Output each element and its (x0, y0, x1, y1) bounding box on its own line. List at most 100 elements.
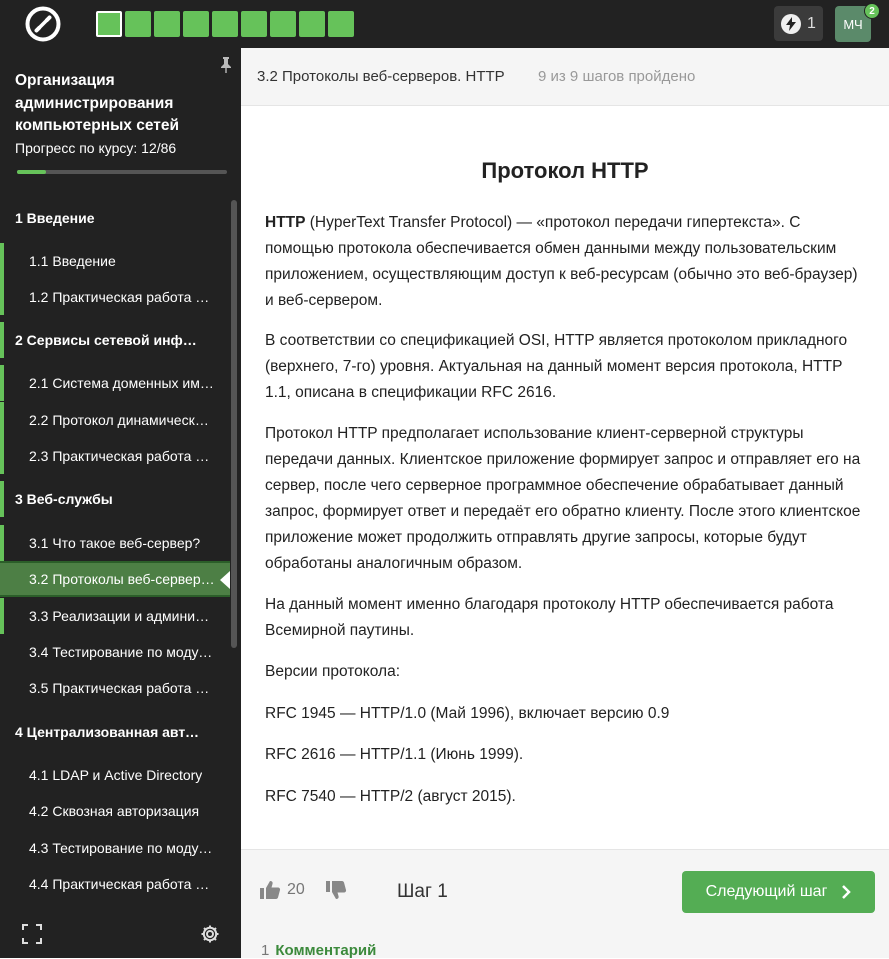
step-button[interactable] (299, 11, 325, 37)
toc-label: 4 Централизованная авторизация (15, 724, 201, 740)
thumbs-up-icon (260, 881, 281, 899)
toc-label: 1.2 Практическая работа №1 (29, 289, 215, 305)
completion-marker (0, 243, 4, 279)
toc-label: 3 Веб-службы (15, 491, 113, 507)
completion-marker (0, 598, 4, 634)
toc-label: 3.4 Тестирование по модулю (29, 644, 215, 660)
paragraph-client-server: Протокол HTTP предполагает использование… (265, 425, 861, 572)
completion-marker (0, 481, 4, 517)
comments-label: Комментарий (275, 942, 377, 959)
paragraph-rfc7540: RFC 7540 — HTTP/2 (август 2015). (265, 788, 516, 805)
step-button[interactable] (125, 11, 151, 37)
completion-marker (0, 402, 4, 438)
progress-value: 12/86 (141, 140, 177, 156)
course-progress: Прогресс по курсу: 12/86 (15, 140, 176, 156)
lesson-title[interactable]: 3.2 Протоколы веб-серверов. HTTP (257, 68, 505, 85)
lesson-steps-status: 9 из 9 шагов пройдено (538, 68, 696, 85)
toc-lesson[interactable]: 3.1 Что такое веб-сервер? (0, 525, 230, 561)
next-step-label: Следующий шаг (705, 883, 828, 900)
lightning-icon (781, 13, 802, 34)
energy-indicator[interactable]: 1 (774, 6, 823, 41)
completion-marker (0, 438, 4, 474)
step-navigation (96, 11, 354, 37)
paragraph-osi: В соответствии со спецификацией OSI, HTT… (265, 332, 848, 401)
fullscreen-icon[interactable] (22, 924, 42, 944)
toc-label: 4.1 LDAP и Active Directory (29, 767, 203, 783)
toc-lesson[interactable]: 4.2 Сквозная авторизация (0, 793, 230, 829)
toc-lesson[interactable]: 3.3 Реализации и администрирование (0, 598, 230, 634)
toc-lesson-active[interactable]: 3.2 Протоколы веб-серверов (0, 561, 230, 597)
paragraph-versions-label: Версии протокола: (265, 663, 400, 680)
likes-count: 20 (287, 881, 305, 898)
comments-count: 1 (261, 942, 270, 959)
stepik-logo-icon[interactable] (24, 5, 62, 43)
toc-lesson[interactable]: 4.1 LDAP и Active Directory (0, 757, 230, 793)
toc-label: 2.3 Практическая работа №2 (29, 448, 215, 464)
next-step-button[interactable]: Следующий шаг (682, 871, 875, 913)
toc-label: 2 Сервисы сетевой инфраструктуры (15, 332, 201, 348)
active-indicator-icon (220, 571, 230, 589)
toc-section[interactable]: 4 Централизованная авторизация (0, 714, 230, 750)
comments-link[interactable]: 1 Комментарий (261, 942, 376, 959)
toc-label: 4.4 Практическая работа №4 (29, 876, 215, 892)
progress-label: Прогресс по курсу: (15, 140, 138, 156)
step-label: Шаг 1 (397, 881, 448, 902)
step-button[interactable] (154, 11, 180, 37)
toc-lesson[interactable]: 4.4 Практическая работа №4 (0, 866, 230, 902)
toc-label: 3.2 Протоколы веб-серверов (29, 571, 215, 587)
toc-label: 1 Введение (15, 210, 95, 226)
gear-icon[interactable] (200, 924, 220, 944)
toc-label: 3.3 Реализации и администрирование (29, 608, 215, 624)
toc-label: 4.3 Тестирование по модулю (29, 840, 215, 856)
toc-lesson[interactable]: 2.3 Практическая работа №2 (0, 438, 230, 474)
step-button[interactable] (328, 11, 354, 37)
step-footer: 20 Шаг 1 Следующий шаг 1 Комментарий (241, 849, 889, 959)
energy-value: 1 (807, 14, 816, 32)
toc-section[interactable]: 3 Веб-службы (0, 481, 230, 517)
toc-label: 2.2 Протокол динамической настройки (29, 412, 215, 428)
toc-lesson[interactable]: 3.4 Тестирование по модулю (0, 634, 230, 670)
step-button[interactable] (183, 11, 209, 37)
notification-badge: 2 (864, 3, 880, 19)
toc-lesson[interactable]: 1.2 Практическая работа №1 (0, 279, 230, 315)
page-title: Протокол HTTP (481, 158, 649, 183)
sidebar-scrollbar[interactable] (231, 200, 237, 648)
completion-marker (0, 525, 4, 561)
step-button[interactable] (212, 11, 238, 37)
toc-label: 2.1 Система доменных имён (29, 375, 215, 391)
toc-label: 3.5 Практическая работа №3 (29, 680, 215, 696)
toc-lesson[interactable]: 2.1 Система доменных имён (0, 365, 230, 401)
toc-label: 3.1 Что такое веб-сервер? (29, 535, 201, 551)
completion-marker (0, 322, 4, 358)
paragraph-intro: HTTP (HyperText Transfer Protocol) — «пр… (265, 210, 865, 314)
course-title[interactable]: Организация администрирования компьютерн… (15, 70, 215, 138)
sidebar: Организация администрирования компьютерн… (0, 48, 241, 958)
paragraph-www: На данный момент именно благодаря проток… (265, 596, 834, 639)
paragraph-rfc2616: RFC 2616 — HTTP/1.1 (Июнь 1999). (265, 746, 524, 763)
progress-fill (17, 170, 47, 174)
completion-marker (0, 365, 4, 401)
toc-label: 1.1 Введение (29, 253, 116, 269)
step-button[interactable] (96, 11, 122, 37)
thumbs-down-icon[interactable] (325, 880, 347, 900)
toc-lesson[interactable]: 3.5 Практическая работа №3 (0, 670, 230, 706)
paragraph-rfc1945: RFC 1945 — HTTP/1.0 (Май 1996), включает… (265, 705, 670, 722)
toc-section[interactable]: 2 Сервисы сетевой инфраструктуры (0, 322, 230, 358)
step-button[interactable] (270, 11, 296, 37)
toc-lesson[interactable]: 1.1 Введение (0, 243, 230, 279)
completion-marker (0, 279, 4, 315)
toc-label: 4.2 Сквозная авторизация (29, 803, 200, 819)
http-term: HTTP (265, 214, 306, 231)
chevron-right-icon (842, 885, 852, 899)
pin-icon[interactable] (220, 57, 232, 73)
progress-bar (17, 170, 227, 174)
toc-lesson[interactable]: 2.2 Протокол динамической настройки (0, 402, 230, 438)
main-content: 3.2 Протоколы веб-серверов. HTTP 9 из 9 … (241, 48, 889, 959)
toc-section[interactable]: 1 Введение (0, 200, 230, 236)
like-button[interactable]: 20 (259, 880, 305, 900)
step-button[interactable] (241, 11, 267, 37)
toc-lesson[interactable]: 4.3 Тестирование по модулю (0, 830, 230, 866)
top-bar: 1 МЧ 2 (0, 0, 889, 48)
paragraph-intro-text: (HyperText Transfer Protocol) — «протоко… (265, 214, 858, 309)
lesson-header: 3.2 Протоколы веб-серверов. HTTP 9 из 9 … (241, 48, 889, 106)
